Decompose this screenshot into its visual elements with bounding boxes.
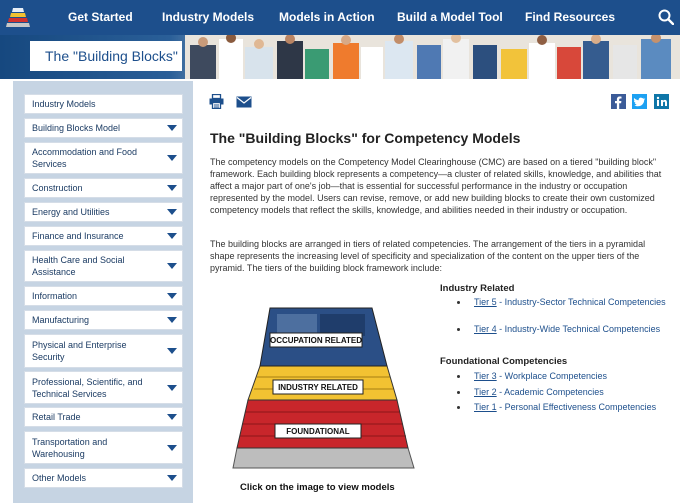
sidebar-item-label: Industry Models: [32, 99, 96, 109]
banner-title: The "Building Blocks": [45, 48, 178, 64]
chevron-down-icon[interactable]: [167, 125, 177, 131]
sidebar-item-label: Building Blocks Model: [32, 123, 121, 133]
tier-2-link[interactable]: Tier 2: [474, 387, 497, 397]
chevron-down-icon[interactable]: [167, 348, 177, 354]
chevron-down-icon[interactable]: [167, 384, 177, 391]
building-blocks-pyramid-image[interactable]: OCCUPATION RELATED INDUSTRY RELATED FOUN…: [230, 298, 418, 473]
sidebar-item-health-care-and-social-assistance[interactable]: Health Care and Social Assistance: [24, 250, 183, 282]
sidebar-item-transportation-and-warehousing[interactable]: Transportation and Warehousing: [24, 431, 183, 464]
sidebar-item-finance-and-insurance[interactable]: Finance and Insurance: [24, 226, 183, 246]
tier-3-description: - Workplace Competencies: [496, 371, 608, 381]
pyramid-base: [233, 448, 414, 468]
nav-industry-models[interactable]: Industry Models: [162, 10, 254, 24]
sidebar-item-label: Other Models: [32, 473, 87, 483]
sidebar-item-energy-and-utilities[interactable]: Energy and Utilities: [24, 202, 183, 222]
foundational-label: FOUNDATIONAL: [286, 427, 350, 436]
chevron-down-icon[interactable]: [167, 263, 177, 269]
group-heading-industry-related: Industry Related: [440, 283, 515, 294]
bullet-icon: [457, 391, 460, 394]
tier-2-description: - Academic Competencies: [496, 387, 604, 397]
tier-5-link[interactable]: Tier 5: [474, 297, 497, 307]
tier-3-link[interactable]: Tier 3: [474, 371, 497, 381]
people-photo: [185, 35, 680, 79]
nav-build-a-model-tool[interactable]: Build a Model Tool: [397, 10, 503, 24]
tier-3-item: Tier 3 - Workplace Competencies: [457, 371, 677, 383]
industry-related-label: INDUSTRY RELATED: [278, 383, 358, 392]
sidebar-item-information[interactable]: Information: [24, 286, 183, 306]
sidebar-item-label: Health Care and Social Assistance: [32, 255, 125, 277]
sidebar-item-label: Finance and Insurance: [32, 231, 124, 241]
sidebar-item-label: Energy and Utilities: [32, 207, 110, 217]
sidebar-item-label: Manufacturing: [32, 315, 90, 325]
sidebar-item-retail-trade[interactable]: Retail Trade: [24, 407, 183, 427]
tier-4-description: - Industry-Wide Technical Competencies: [496, 324, 661, 334]
chevron-down-icon[interactable]: [167, 414, 177, 420]
page-title: The "Building Blocks" for Competency Mod…: [210, 130, 521, 146]
sidebar-item-label: Construction: [32, 183, 83, 193]
bullet-icon: [457, 328, 460, 331]
chevron-down-icon[interactable]: [167, 209, 177, 215]
stacked-bars-logo-icon[interactable]: [6, 8, 30, 28]
tier-4-link[interactable]: Tier 4: [474, 324, 497, 334]
intro-paragraph: The competency models on the Competency …: [210, 157, 662, 215]
tiers-paragraph: The building blocks are arranged in tier…: [210, 239, 646, 273]
sidebar-item-manufacturing[interactable]: Manufacturing: [24, 310, 183, 330]
bullet-icon: [457, 406, 460, 409]
sidebar-item-label: Professional, Scientific, and Technical …: [32, 376, 143, 399]
chevron-down-icon[interactable]: [167, 233, 177, 239]
chevron-down-icon[interactable]: [167, 475, 177, 481]
sidebar-item-professional-scientific-technical[interactable]: Professional, Scientific, and Technical …: [24, 371, 183, 404]
sidebar-item-accommodation-and-food-services[interactable]: Accommodation and Food Services: [24, 142, 183, 174]
chevron-down-icon[interactable]: [167, 444, 177, 451]
search-icon[interactable]: [658, 9, 674, 25]
tier-5-description: - Industry-Sector Technical Competencies: [496, 297, 666, 307]
print-icon[interactable]: [209, 94, 224, 109]
sidebar-item-label: Physical and Enterprise Security: [32, 340, 127, 362]
chevron-down-icon[interactable]: [167, 293, 177, 299]
pyramid-caption: Click on the image to view models: [240, 482, 395, 493]
twitter-icon[interactable]: [632, 94, 647, 109]
chevron-down-icon[interactable]: [167, 185, 177, 191]
group-heading-foundational-competencies: Foundational Competencies: [440, 356, 568, 367]
top-navigation-bar: Get Started Industry Models Models in Ac…: [0, 0, 680, 35]
chevron-down-icon[interactable]: [167, 317, 177, 323]
sidebar-item-building-blocks-model[interactable]: Building Blocks Model: [24, 118, 183, 138]
tier-1-description: - Personal Effectiveness Competencies: [496, 402, 657, 412]
sidebar-item-label: Transportation and Warehousing: [32, 436, 108, 459]
nav-models-in-action[interactable]: Models in Action: [279, 10, 375, 24]
tier-4-item: Tier 4 - Industry-Wide Technical Compete…: [457, 324, 677, 336]
tier-2-item: Tier 2 - Academic Competencies: [457, 387, 677, 399]
facebook-icon[interactable]: [611, 94, 626, 109]
sidebar-item-physical-and-enterprise-security[interactable]: Physical and Enterprise Security: [24, 334, 183, 368]
nav-find-resources[interactable]: Find Resources: [525, 10, 615, 24]
nav-get-started[interactable]: Get Started: [68, 10, 133, 24]
sidebar-item-industry-models[interactable]: Industry Models: [24, 94, 183, 114]
sidebar-item-other-models[interactable]: Other Models: [24, 468, 183, 488]
linkedin-icon[interactable]: [654, 94, 669, 109]
tier-5-item: Tier 5 - Industry-Sector Technical Compe…: [457, 297, 677, 309]
chevron-down-icon[interactable]: [167, 155, 177, 161]
sidebar-item-label: Accommodation and Food Services: [32, 147, 138, 169]
sidebar-item-label: Information: [32, 291, 78, 301]
bullet-icon: [457, 301, 460, 304]
bullet-icon: [457, 375, 460, 378]
sidebar-item-label: Retail Trade: [32, 412, 81, 422]
occupation-related-label: OCCUPATION RELATED: [270, 336, 362, 345]
email-icon[interactable]: [236, 96, 252, 108]
sidebar-item-construction[interactable]: Construction: [24, 178, 183, 198]
tier-1-item: Tier 1 - Personal Effectiveness Competen…: [457, 402, 677, 414]
tier-1-link[interactable]: Tier 1: [474, 402, 497, 412]
